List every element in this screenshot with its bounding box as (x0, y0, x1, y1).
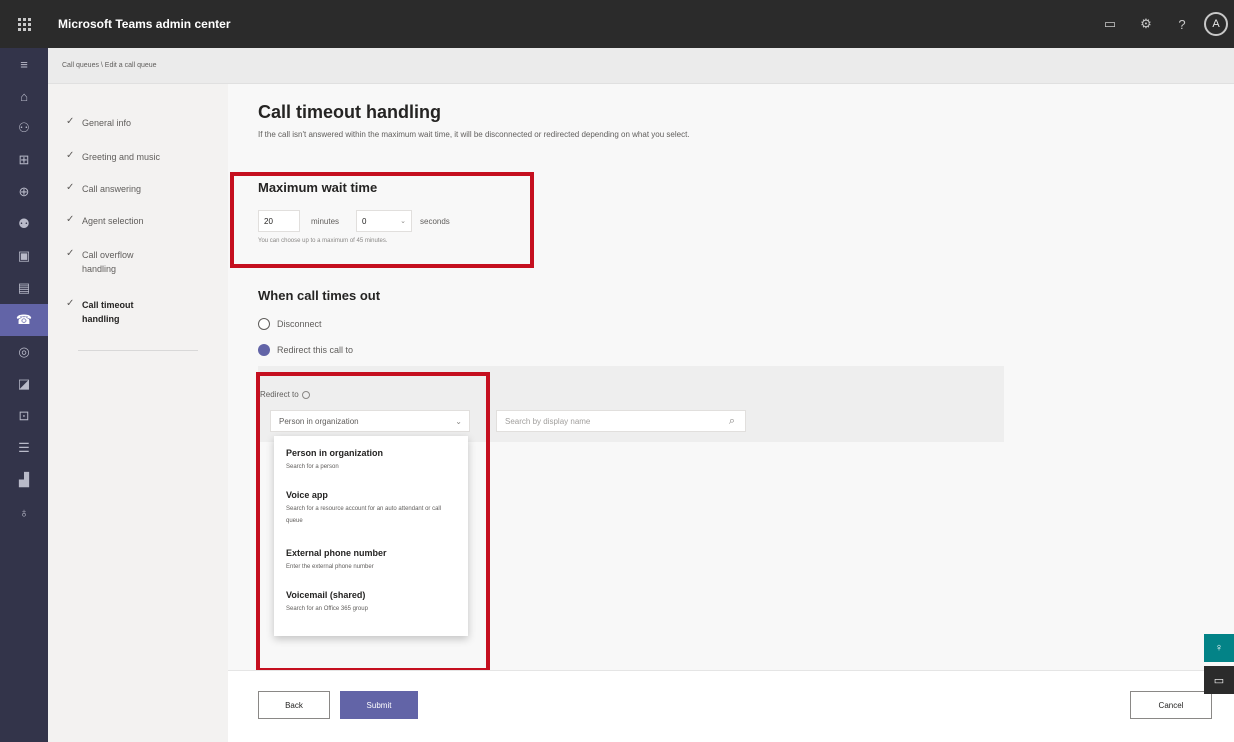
step-agent-selection[interactable]: ✓ Agent selection (66, 214, 192, 228)
page-title: Call timeout handling (258, 102, 441, 122)
when-times-out-heading: When call times out (258, 288, 381, 303)
highlight-box-max-wait (230, 172, 534, 268)
app-title: Microsoft Teams admin center (58, 17, 231, 31)
search-input[interactable]: Search by display name ⌕ (496, 410, 746, 432)
policy-icon[interactable]: ◎ (0, 336, 48, 368)
messaging-icon[interactable]: ▤ (0, 272, 48, 304)
waffle-icon (17, 17, 31, 31)
step-label: General info (82, 118, 132, 128)
check-icon: ✓ (66, 150, 75, 161)
back-button[interactable]: Back (258, 691, 330, 719)
cancel-button[interactable]: Cancel (1130, 691, 1212, 719)
step-label: Call overflow handling (82, 250, 134, 274)
check-icon: ✓ (66, 116, 75, 127)
step-call-answering[interactable]: ✓ Call answering (66, 182, 192, 196)
radio-disconnect[interactable]: Disconnect (258, 318, 322, 330)
planning-icon[interactable]: ☰ (0, 432, 48, 464)
step-call-timeout[interactable]: ✓ Call timeout handling (66, 298, 142, 326)
radio-label: Disconnect (277, 319, 322, 329)
wizard-steps: ✓ General info ✓ Greeting and music ✓ Ca… (48, 84, 228, 742)
radio-button[interactable] (258, 318, 270, 330)
step-label: Greeting and music (82, 152, 161, 162)
chat-button[interactable]: ▭ (1204, 666, 1234, 694)
check-icon: ✓ (66, 182, 75, 193)
locations-icon[interactable]: ⊕ (0, 176, 48, 208)
step-label: Call timeout handling (82, 300, 134, 324)
app-launcher-button[interactable] (0, 0, 48, 48)
check-icon: ✓ (66, 298, 75, 309)
meetings-icon[interactable]: ▣ (0, 240, 48, 272)
submit-button[interactable]: Submit (340, 691, 418, 719)
gear-icon[interactable]: ⚙ (1128, 0, 1164, 48)
devices-icon[interactable]: ⊞ (0, 144, 48, 176)
apps-icon[interactable]: ◪ (0, 368, 48, 400)
radio-button-selected[interactable] (258, 344, 270, 356)
breadcrumb-text[interactable]: Call queues \ Edit a call queue (62, 62, 157, 69)
step-general-info[interactable]: ✓ General info (66, 116, 192, 130)
footer: Back Submit Cancel (228, 670, 1234, 742)
screen-icon[interactable]: ▭ (1092, 0, 1128, 48)
search-icon[interactable]: ⌕ (729, 415, 735, 428)
radio-label: Redirect this call to (277, 345, 354, 355)
voice-icon[interactable]: ☎ (0, 304, 48, 336)
help-icon[interactable]: ? (1164, 0, 1200, 48)
radio-redirect[interactable]: Redirect this call to (258, 344, 353, 356)
search-placeholder: Search by display name (505, 416, 591, 426)
teams-icon[interactable]: ⚇ (0, 112, 48, 144)
avatar[interactable]: A (1204, 12, 1228, 36)
left-rail: ≡ ⌂ ⚇ ⊞ ⊕ ⚉ ▣ ▤ ☎ ◎ ◪ ⊡ ☰ ▟ ♁ (0, 48, 48, 742)
step-label: Agent selection (82, 216, 144, 226)
top-bar: Microsoft Teams admin center ▭ ⚙ ? A (0, 0, 1234, 48)
step-call-overflow[interactable]: ✓ Call overflow handling (66, 248, 142, 276)
feedback-button[interactable]: ♀ (1204, 634, 1234, 662)
step-greeting[interactable]: ✓ Greeting and music (66, 150, 192, 164)
check-icon: ✓ (66, 248, 75, 259)
page-subtitle: If the call isn't answered within the ma… (258, 130, 690, 139)
highlight-box-redirect (256, 372, 490, 672)
chat-icon: ▭ (1213, 674, 1225, 687)
external-icon[interactable]: ⊡ (0, 400, 48, 432)
main-content: Call timeout handling If the call isn't … (228, 84, 1234, 672)
analytics-icon[interactable]: ▟ (0, 464, 48, 496)
check-icon: ✓ (66, 214, 75, 225)
hamburger-icon[interactable]: ≡ (0, 48, 48, 80)
users-icon[interactable]: ⚉ (0, 208, 48, 240)
lightbulb-icon: ♀ (1214, 642, 1224, 654)
home-icon[interactable]: ⌂ (0, 80, 48, 112)
divider (78, 350, 198, 351)
step-label: Call answering (82, 184, 142, 194)
notifications-icon[interactable]: ♁ (0, 496, 48, 528)
breadcrumb: Call queues \ Edit a call queue (48, 48, 1234, 84)
